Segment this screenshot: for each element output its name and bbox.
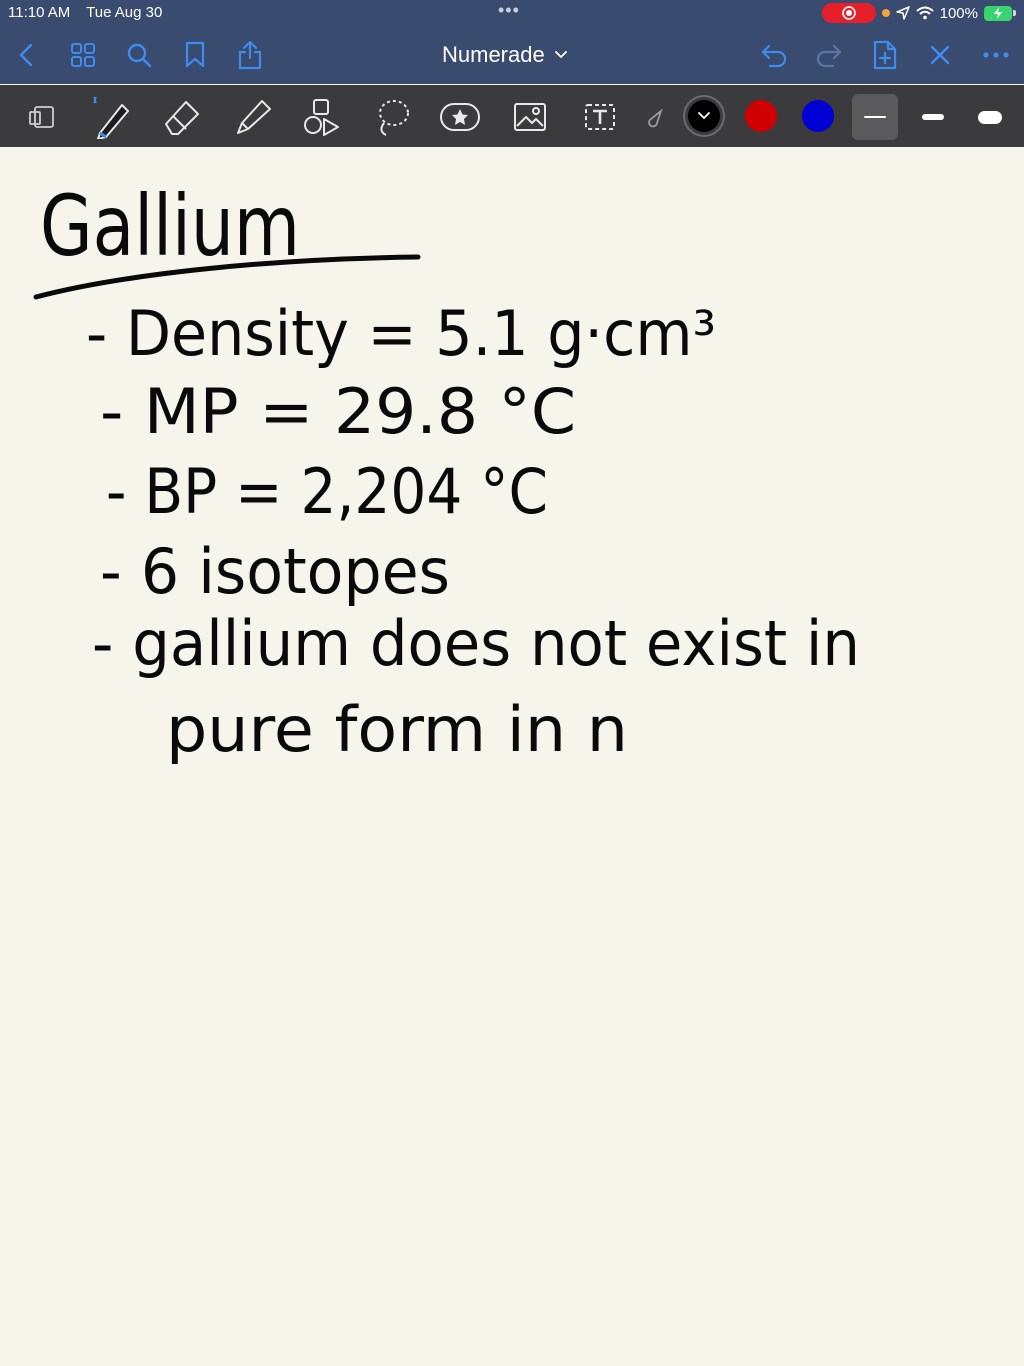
status-bar: 11:10 AM Tue Aug 30 ••• 100% (0, 0, 1024, 26)
grid-icon[interactable] (66, 38, 100, 72)
add-page-icon[interactable] (868, 38, 902, 72)
battery-percent: 100% (939, 4, 978, 22)
color-swatch-red[interactable] (745, 100, 777, 132)
screen-record-icon[interactable] (821, 3, 876, 23)
stroke-width-medium[interactable] (910, 94, 956, 140)
back-chevron-icon[interactable] (10, 38, 44, 72)
lasso-icon[interactable] (370, 95, 414, 139)
bookmark-icon[interactable] (178, 38, 212, 72)
text-icon[interactable] (578, 95, 622, 139)
note-line-pure-form: pure form in n (166, 693, 628, 766)
note-line-gallium-exist: - gallium does not exist in (92, 607, 860, 680)
pen-icon[interactable] (90, 95, 134, 139)
status-time: 11:10 AM (8, 4, 71, 21)
note-title: Gallium (40, 177, 300, 275)
note-line-melting-point: - MP = 29.8 °C (100, 375, 576, 448)
color-swatch-black[interactable] (688, 100, 720, 132)
page-layout-icon[interactable] (20, 95, 64, 139)
image-icon[interactable] (508, 95, 552, 139)
chevron-down-icon (698, 112, 710, 120)
mic-indicator-icon (881, 9, 890, 17)
note-canvas[interactable]: Gallium - Density = 5.1 g·cm³ - MP = 29.… (0, 147, 1024, 1366)
shapes-icon[interactable] (300, 95, 344, 139)
chevron-down-icon (554, 51, 567, 59)
more-icon[interactable] (979, 38, 1013, 72)
drawing-toolbar (0, 85, 1024, 147)
wifi-icon (915, 6, 934, 20)
status-date: Tue Aug 30 (86, 4, 163, 21)
navigation-bar: Numerade (0, 26, 1024, 84)
handwritten-notes: Gallium - Density = 5.1 g·cm³ - MP = 29.… (33, 177, 860, 766)
multitasking-dots-icon[interactable]: ••• (498, 0, 520, 21)
eraser-icon[interactable] (160, 95, 204, 139)
sticker-icon[interactable] (438, 95, 482, 139)
share-icon[interactable] (233, 38, 267, 72)
redo-icon[interactable] (812, 38, 846, 72)
stroke-width-thick[interactable] (967, 94, 1013, 140)
stroke-width-thin[interactable] (852, 94, 898, 140)
note-line-boiling-point: - BP = 2,204 °C (106, 455, 548, 528)
close-icon[interactable] (923, 38, 957, 72)
color-swatch-blue[interactable] (802, 100, 834, 132)
battery-charging-icon (984, 5, 1016, 21)
undo-icon[interactable] (757, 38, 791, 72)
highlighter-icon[interactable] (230, 95, 274, 139)
document-title: Numerade (442, 42, 545, 67)
laser-pointer-icon[interactable] (640, 95, 670, 139)
note-line-isotopes: - 6 isotopes (100, 535, 450, 608)
search-icon[interactable] (122, 38, 156, 72)
document-title-button[interactable]: Numerade (442, 40, 567, 70)
note-line-density: - Density = 5.1 g·cm³ (86, 297, 716, 370)
location-arrow-icon (895, 6, 910, 20)
